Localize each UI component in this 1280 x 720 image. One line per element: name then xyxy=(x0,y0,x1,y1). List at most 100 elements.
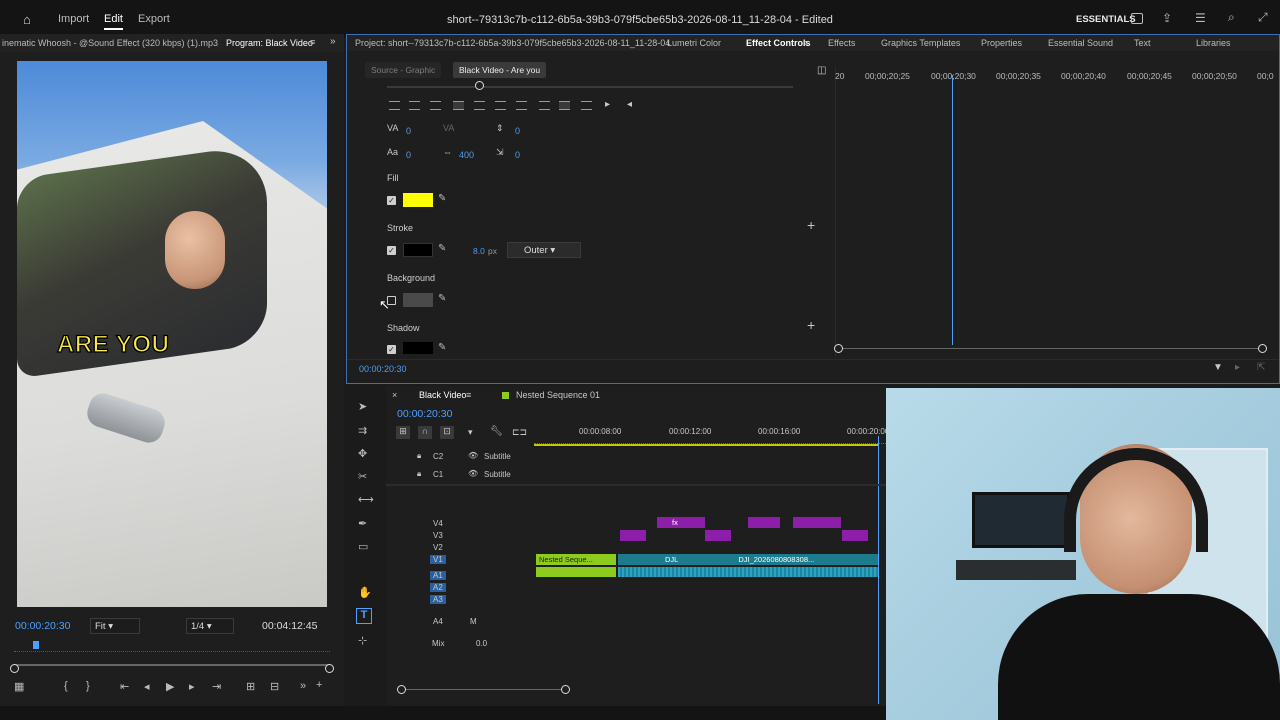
align-right-icon[interactable] xyxy=(430,101,441,110)
quality-dropdown[interactable]: 1/4 ▾ xyxy=(186,618,234,634)
tab-properties[interactable]: Properties xyxy=(981,38,1022,48)
fill-checkbox[interactable]: ✓ xyxy=(387,196,396,205)
video-frame[interactable]: ARE YOU xyxy=(17,61,327,607)
playhead-marker[interactable] xyxy=(33,641,39,649)
align-center-icon[interactable] xyxy=(409,101,420,110)
fill-eyedropper-icon[interactable]: ✎ xyxy=(438,193,446,204)
leading-value[interactable]: 0 xyxy=(515,126,520,136)
captions-icon[interactable]: ⊏⊐ xyxy=(512,427,527,438)
tab-width-value[interactable]: 0 xyxy=(515,150,520,160)
tab-libraries[interactable]: Libraries xyxy=(1196,38,1231,48)
position-slider[interactable] xyxy=(387,86,793,88)
fx-clip[interactable] xyxy=(793,517,841,528)
timeline-timecode[interactable]: 00:00:20:30 xyxy=(397,408,452,420)
track-a2-label[interactable]: A2 xyxy=(430,583,446,592)
fx-clip[interactable] xyxy=(842,530,868,541)
slip-tool-icon[interactable]: ⟷ xyxy=(358,493,374,506)
settings-icon[interactable]: ▦ xyxy=(14,680,24,693)
sequence-tab-menu-icon[interactable]: ≡ xyxy=(466,390,471,400)
step-back-icon[interactable]: ◂ xyxy=(144,680,150,693)
tab-lumetri-color[interactable]: Lumetri Color xyxy=(667,38,721,48)
fx-clip[interactable] xyxy=(748,517,780,528)
fill-color-swatch[interactable] xyxy=(403,193,433,207)
stroke-color-swatch[interactable] xyxy=(403,243,433,257)
nest-icon[interactable]: ⊞ xyxy=(396,426,410,439)
tsume-value[interactable]: 400 xyxy=(459,150,474,160)
mark-in-icon[interactable]: { xyxy=(64,680,68,692)
align-bottom-icon[interactable] xyxy=(581,101,592,110)
audio-clip-a1[interactable] xyxy=(536,567,616,577)
caption-tool-icon[interactable]: ⊹ xyxy=(358,634,367,647)
workspace-panel-icon[interactable] xyxy=(1131,13,1143,24)
shadow-eyedropper-icon[interactable]: ✎ xyxy=(438,342,446,353)
hand-tool-icon[interactable]: ✋ xyxy=(358,586,372,599)
add-shadow-icon[interactable]: + xyxy=(807,317,815,333)
fx-clip[interactable]: fx xyxy=(657,517,705,528)
stroke-checkbox[interactable]: ✓ xyxy=(387,246,396,255)
clip-tab[interactable]: Black Video - Are you xyxy=(453,62,547,78)
track-v1-label[interactable]: V1 xyxy=(430,555,446,564)
background-color-swatch[interactable] xyxy=(403,293,433,307)
selection-tool-icon[interactable]: ➤ xyxy=(358,400,367,413)
shadow-color-swatch[interactable] xyxy=(403,342,433,354)
linked-selection-icon[interactable]: ⊡ xyxy=(440,426,454,439)
tab-graphics-templates[interactable]: Graphics Templates xyxy=(881,38,960,48)
extract-icon[interactable]: ⊟ xyxy=(270,680,279,693)
timeline-playhead[interactable] xyxy=(878,436,879,704)
panel-menu-icon[interactable]: ≡ xyxy=(310,37,315,47)
lift-icon[interactable]: ⊞ xyxy=(246,680,255,693)
wrench-icon[interactable]: 🔧︎ xyxy=(490,426,503,437)
lock-icon[interactable]: 🔒︎ xyxy=(417,451,421,461)
tab-effects[interactable]: Effects xyxy=(828,38,855,48)
program-tab[interactable]: Program: Black Video xyxy=(226,38,313,48)
tab-essential-sound[interactable]: Essential Sound xyxy=(1048,38,1113,48)
add-stroke-icon[interactable]: + xyxy=(807,217,815,233)
pen-tool-icon[interactable]: ✒ xyxy=(358,517,367,530)
zoom-right-handle[interactable] xyxy=(325,664,334,673)
source-graphic-tab[interactable]: Source - Graphic xyxy=(365,62,442,78)
type-tool-icon[interactable]: T xyxy=(356,608,372,624)
justify-center-icon[interactable] xyxy=(474,101,485,110)
fx-clip[interactable] xyxy=(620,530,646,541)
audio-clip-waveform[interactable] xyxy=(618,567,878,577)
mute-button[interactable]: M xyxy=(470,617,477,626)
align-top-icon[interactable] xyxy=(539,101,550,110)
track-a3-label[interactable]: A3 xyxy=(430,595,446,604)
go-to-out-icon[interactable]: ⇥ xyxy=(212,680,221,693)
background-eyedropper-icon[interactable]: ✎ xyxy=(438,293,446,304)
project-tab[interactable]: Project: short--79313c7b-c112-6b5a-39b3-… xyxy=(355,38,670,48)
track-select-icon[interactable]: ⇉ xyxy=(358,424,367,437)
justify-left-icon[interactable] xyxy=(453,101,464,110)
fx-clip[interactable] xyxy=(705,530,731,541)
mark-out-icon[interactable]: } xyxy=(86,680,90,692)
export-frame-icon[interactable]: ⇱ xyxy=(1257,362,1265,373)
fullscreen-icon[interactable]: ⤢ xyxy=(1258,10,1268,25)
ripple-edit-icon[interactable]: ✥ xyxy=(358,447,367,460)
tab-text[interactable]: Text xyxy=(1134,38,1151,48)
share-icon[interactable]: ⇪ xyxy=(1162,11,1172,25)
effect-zoom-left[interactable] xyxy=(834,344,843,353)
zoom-scrollbar[interactable] xyxy=(14,664,330,666)
align-left-icon[interactable] xyxy=(389,101,400,110)
sequence-tab-active[interactable]: Black Video xyxy=(419,390,466,400)
close-tab-icon[interactable]: × xyxy=(392,390,397,400)
justify-right-icon[interactable] xyxy=(495,101,506,110)
filter-icon[interactable]: ▼ xyxy=(1213,362,1223,373)
toggle-timeline-view-icon[interactable]: ◫ xyxy=(817,65,826,76)
track-divider[interactable] xyxy=(386,484,886,486)
menu-icon[interactable]: ☰ xyxy=(1195,11,1206,25)
rectangle-tool-icon[interactable]: ▭ xyxy=(358,540,368,553)
search-icon[interactable]: ⌕ xyxy=(1228,10,1235,25)
play-audio-icon[interactable]: ▸ xyxy=(1235,362,1240,373)
dji-clip[interactable]: DJL DJI_2026080808308... xyxy=(618,554,878,565)
source-audio-tab[interactable]: inematic Whoosh - @Sound Effect (320 kbp… xyxy=(2,38,220,48)
effect-timeline[interactable] xyxy=(835,67,1279,357)
step-forward-icon[interactable]: ▸ xyxy=(189,680,195,693)
justify-all-icon[interactable] xyxy=(516,101,527,110)
align-middle-icon[interactable] xyxy=(559,101,570,110)
program-timecode[interactable]: 00:00:20:30 xyxy=(15,620,70,632)
time-ruler[interactable] xyxy=(14,642,330,652)
baseline-value[interactable]: 0 xyxy=(406,150,411,160)
workspace-label[interactable]: ESSENTIALS xyxy=(1076,14,1136,25)
eye-icon[interactable]: 👁︎ xyxy=(468,451,478,460)
